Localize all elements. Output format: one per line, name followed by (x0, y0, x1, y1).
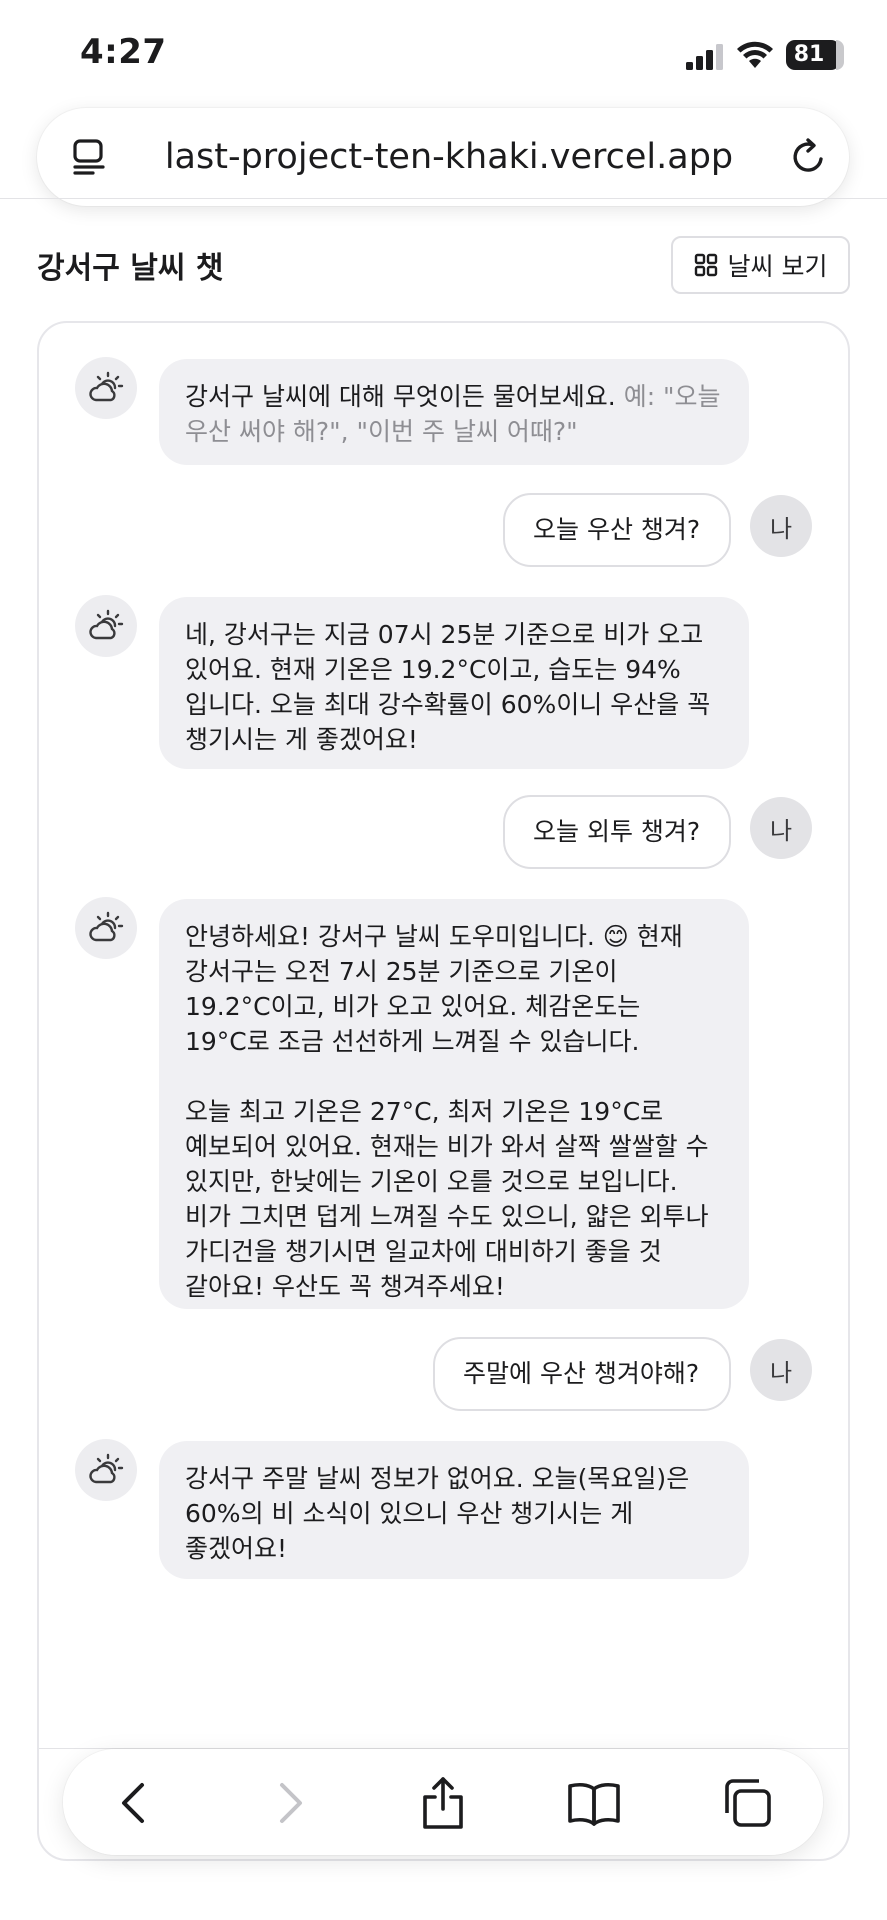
status-bar: 4:27 81 (0, 0, 887, 105)
browser-toolbar (63, 1749, 823, 1855)
page-title: 강서구 날씨 챗 (37, 251, 224, 286)
back-icon (122, 1783, 144, 1823)
signal-icon (686, 44, 723, 70)
back-button[interactable] (106, 1775, 162, 1831)
page-divider (0, 198, 887, 199)
status-time: 4:27 (80, 32, 167, 72)
assistant-message: 네, 강서구는 지금 07시 25분 기준으로 비가 오고 있어요. 현재 기온… (159, 597, 749, 769)
address-bar[interactable]: last-project-ten-khaki.vercel.app (37, 108, 849, 206)
wifi-icon (737, 41, 773, 68)
assistant-message: 강서구 주말 날씨 정보가 없어요. 오늘(목요일)은 60%의 비 소식이 있… (159, 1441, 749, 1579)
cloud-sun-icon (89, 911, 124, 942)
user-message: 오늘 외투 챙겨? (503, 795, 731, 869)
battery-level: 81 (793, 42, 825, 67)
url-text[interactable]: last-project-ten-khaki.vercel.app (149, 108, 749, 206)
cloud-sun-icon (89, 371, 124, 402)
chat-panel: 강서구 날씨에 대해 무엇이든 물어보세요. 예: "오늘 우산 써야 해?",… (37, 321, 850, 1861)
bot-avatar (75, 357, 137, 419)
bot-avatar (75, 897, 137, 959)
tabs-icon (725, 1779, 771, 1827)
assistant-message: 강서구 날씨에 대해 무엇이든 물어보세요. 예: "오늘 우산 써야 해?",… (159, 359, 749, 465)
share-icon (423, 1777, 463, 1829)
forward-button[interactable] (262, 1775, 318, 1831)
assistant-message: 안녕하세요! 강서구 날씨 도우미입니다. 😊 현재 강서구는 오전 7시 25… (159, 899, 749, 1309)
message-text: 강서구 날씨에 대해 무엇이든 물어보세요. (185, 382, 624, 411)
grid-icon (694, 253, 717, 277)
tabs-button[interactable] (719, 1775, 775, 1831)
bot-avatar (75, 1439, 137, 1501)
share-button[interactable] (415, 1775, 471, 1831)
chat-page: 4:27 81 last-project-ten-khaki.vercel.ap… (0, 0, 887, 1920)
user-avatar: 나 (750, 495, 812, 557)
cloud-sun-icon (89, 1453, 124, 1484)
user-avatar: 나 (750, 1339, 812, 1401)
forward-icon (280, 1783, 302, 1823)
bookmarks-icon (568, 1782, 620, 1826)
bookmarks-button[interactable] (566, 1775, 622, 1831)
view-weather-button[interactable]: 날씨 보기 (671, 236, 850, 294)
user-message: 주말에 우산 챙겨야해? (433, 1337, 731, 1411)
battery-icon: 81 (786, 40, 844, 70)
bot-avatar (75, 595, 137, 657)
user-avatar: 나 (750, 797, 812, 859)
view-weather-label: 날씨 보기 (727, 252, 828, 281)
cloud-sun-icon (89, 609, 124, 640)
tabs-overview-icon[interactable] (69, 137, 109, 177)
user-message: 오늘 우산 챙겨? (503, 493, 731, 567)
reload-icon[interactable] (787, 136, 829, 178)
